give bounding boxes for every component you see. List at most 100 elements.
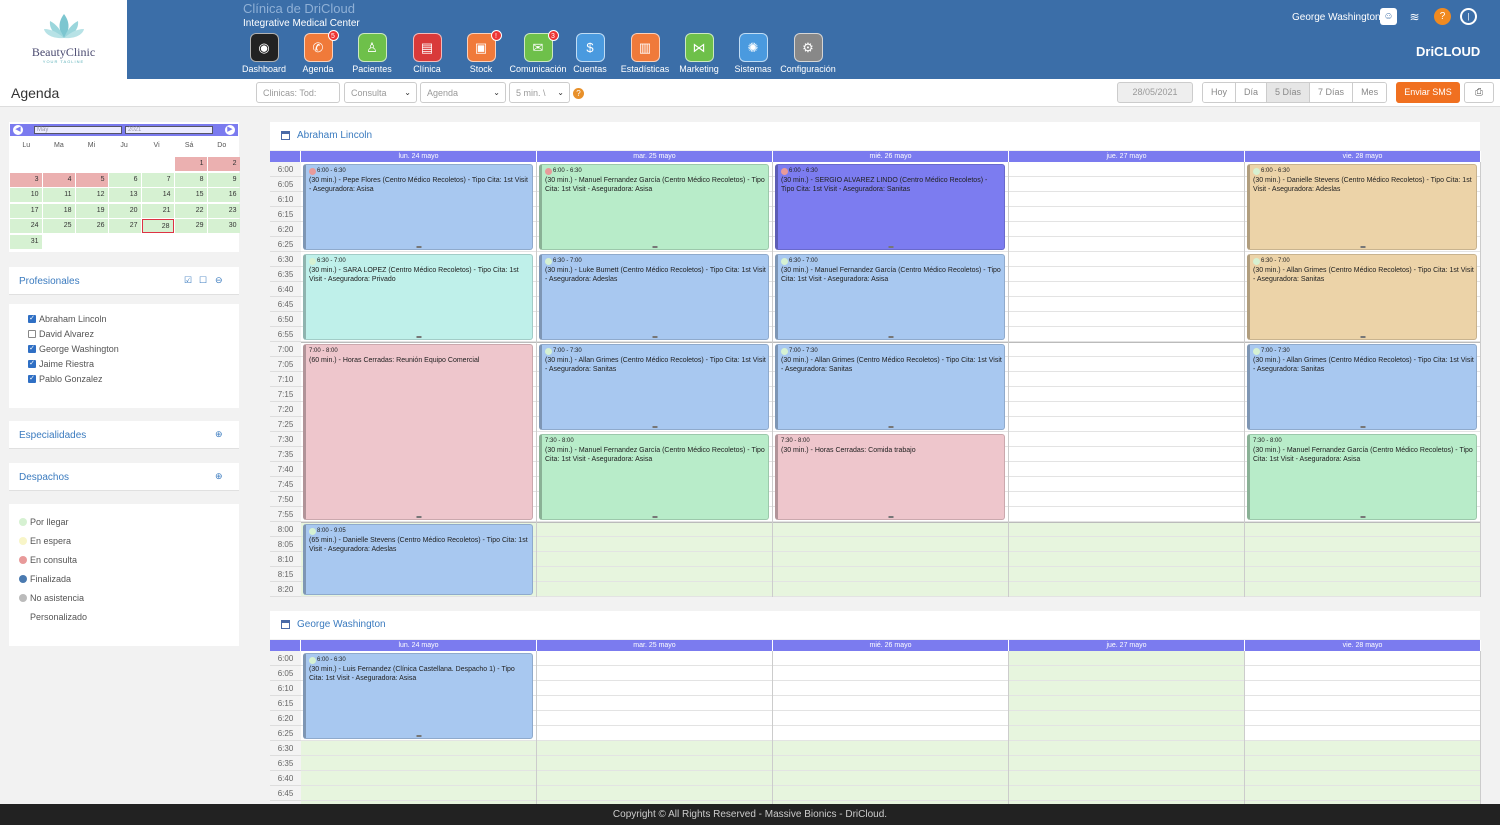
view-button[interactable]: Mes xyxy=(1353,83,1386,102)
professional-item[interactable]: ✓Pablo Gonzalez xyxy=(28,374,103,384)
time-slot[interactable] xyxy=(773,786,1008,801)
time-slot[interactable] xyxy=(1245,786,1480,801)
resize-handle[interactable] xyxy=(653,426,658,428)
time-slot[interactable] xyxy=(1009,741,1244,756)
nav-patient[interactable]: ♙Pacientes xyxy=(352,33,392,74)
time-slot[interactable] xyxy=(1009,207,1244,222)
time-slot[interactable] xyxy=(1009,342,1244,357)
time-slot[interactable] xyxy=(537,582,772,597)
view-button[interactable]: Día xyxy=(1236,83,1267,102)
time-slot[interactable] xyxy=(301,741,536,756)
time-slot[interactable] xyxy=(1009,522,1244,537)
calendar-day[interactable]: 26 xyxy=(76,219,108,233)
time-slot[interactable] xyxy=(1245,771,1480,786)
calendar-day[interactable]: 18 xyxy=(43,204,75,218)
time-slot[interactable] xyxy=(1009,726,1244,741)
calendar-day[interactable]: 3 xyxy=(10,173,42,187)
calendar-day[interactable]: 17 xyxy=(10,204,42,218)
time-slot[interactable] xyxy=(537,666,772,681)
calendar-day[interactable]: 11 xyxy=(43,188,75,202)
resize-handle[interactable] xyxy=(889,246,894,248)
view-button[interactable]: Hoy xyxy=(1203,83,1236,102)
appointment-event[interactable]: 6:00 - 6:30(30 min.) - Manuel Fernandez … xyxy=(539,164,769,250)
appointment-event[interactable]: 6:00 - 6:30(30 min.) - Danielle Stevens … xyxy=(1247,164,1477,250)
resize-handle[interactable] xyxy=(653,516,658,518)
question-icon[interactable]: ? xyxy=(573,88,584,99)
view-select[interactable]: Agenda⌄ xyxy=(420,82,506,103)
appointment-event[interactable]: 7:30 - 8:00(30 min.) - Horas Cerradas: C… xyxy=(775,434,1005,520)
calendar-day[interactable]: 6 xyxy=(109,173,141,187)
calendar-day[interactable]: 22 xyxy=(175,204,207,218)
time-slot[interactable] xyxy=(537,726,772,741)
time-slot[interactable] xyxy=(1245,537,1480,552)
time-slot[interactable] xyxy=(773,681,1008,696)
day-header[interactable]: vie. 28 mayo xyxy=(1245,151,1481,162)
resize-handle[interactable] xyxy=(417,246,422,248)
time-slot[interactable] xyxy=(1245,681,1480,696)
appointment-event[interactable]: 6:30 - 7:00(30 min.) - Luke Burnett (Cen… xyxy=(539,254,769,340)
calendar-day[interactable]: 28 xyxy=(142,219,174,233)
time-slot[interactable] xyxy=(773,582,1008,597)
time-slot[interactable] xyxy=(1009,507,1244,522)
resize-handle[interactable] xyxy=(1361,516,1366,518)
interval-select[interactable]: 5 min. \⌄ xyxy=(509,82,570,103)
calendar-day[interactable]: 4 xyxy=(43,173,75,187)
time-slot[interactable] xyxy=(1009,771,1244,786)
date-field[interactable]: 28/05/2021 xyxy=(1117,82,1193,103)
day-header[interactable]: mar. 25 mayo xyxy=(537,151,773,162)
uncheck-all-icon[interactable]: ☐ xyxy=(199,275,207,286)
resize-handle[interactable] xyxy=(1361,426,1366,428)
resize-handle[interactable] xyxy=(417,735,422,737)
time-slot[interactable] xyxy=(537,651,772,666)
time-slot[interactable] xyxy=(1245,522,1480,537)
calendar-day[interactable]: 1 xyxy=(175,157,207,171)
calendar-day[interactable]: 7 xyxy=(142,173,174,187)
time-slot[interactable] xyxy=(1009,666,1244,681)
nav-bar-chart[interactable]: ▥Estadísticas xyxy=(620,33,670,74)
time-slot[interactable] xyxy=(1009,267,1244,282)
appointment-event[interactable]: 6:00 - 6:30(30 min.) - Pepe Flores (Cent… xyxy=(303,164,533,250)
profesionales-header[interactable]: Profesionales ☑ ☐ ⊖ xyxy=(9,267,239,295)
time-slot[interactable] xyxy=(773,666,1008,681)
calendar-day[interactable]: 8 xyxy=(175,173,207,187)
checkbox[interactable]: ✓ xyxy=(28,345,36,353)
time-slot[interactable] xyxy=(1009,192,1244,207)
time-slot[interactable] xyxy=(301,786,536,801)
appointment-event[interactable]: 7:00 - 7:30(30 min.) - Allan Grimes (Cen… xyxy=(775,344,1005,430)
day-header[interactable]: jue. 27 mayo xyxy=(1009,640,1245,651)
calendar-day[interactable]: 21 xyxy=(142,204,174,218)
time-slot[interactable] xyxy=(537,552,772,567)
time-slot[interactable] xyxy=(1009,681,1244,696)
user-name[interactable]: George Washington xyxy=(1292,12,1381,23)
time-slot[interactable] xyxy=(1245,756,1480,771)
resize-handle[interactable] xyxy=(417,516,422,518)
calendar-day[interactable]: 27 xyxy=(109,219,141,233)
resize-handle[interactable] xyxy=(653,336,658,338)
time-slot[interactable] xyxy=(537,522,772,537)
calendar-day[interactable]: 12 xyxy=(76,188,108,202)
time-slot[interactable] xyxy=(1245,726,1480,741)
appointment-event[interactable]: 6:00 - 6:30(30 min.) - SERGIO ALVAREZ LI… xyxy=(775,164,1005,250)
time-slot[interactable] xyxy=(537,567,772,582)
help-icon[interactable]: ? xyxy=(1434,8,1451,25)
time-slot[interactable] xyxy=(1009,696,1244,711)
print-button[interactable]: ⎙ xyxy=(1464,82,1494,103)
appointment-event[interactable]: 7:30 - 8:00(30 min.) - Manuel Fernandez … xyxy=(539,434,769,520)
month-select[interactable]: May xyxy=(34,126,122,134)
day-header[interactable]: lun. 24 mayo xyxy=(301,640,537,651)
time-slot[interactable] xyxy=(537,696,772,711)
time-slot[interactable] xyxy=(773,756,1008,771)
time-slot[interactable] xyxy=(1009,177,1244,192)
time-slot[interactable] xyxy=(773,726,1008,741)
time-slot[interactable] xyxy=(1009,357,1244,372)
time-slot[interactable] xyxy=(1245,552,1480,567)
time-slot[interactable] xyxy=(1245,741,1480,756)
nav-chat[interactable]: ✉3Comunicación xyxy=(508,33,568,74)
calendar-day[interactable]: 20 xyxy=(109,204,141,218)
resize-handle[interactable] xyxy=(889,516,894,518)
time-slot[interactable] xyxy=(537,756,772,771)
time-slot[interactable] xyxy=(537,741,772,756)
time-slot[interactable] xyxy=(773,567,1008,582)
time-slot[interactable] xyxy=(1009,432,1244,447)
time-slot[interactable] xyxy=(1009,492,1244,507)
